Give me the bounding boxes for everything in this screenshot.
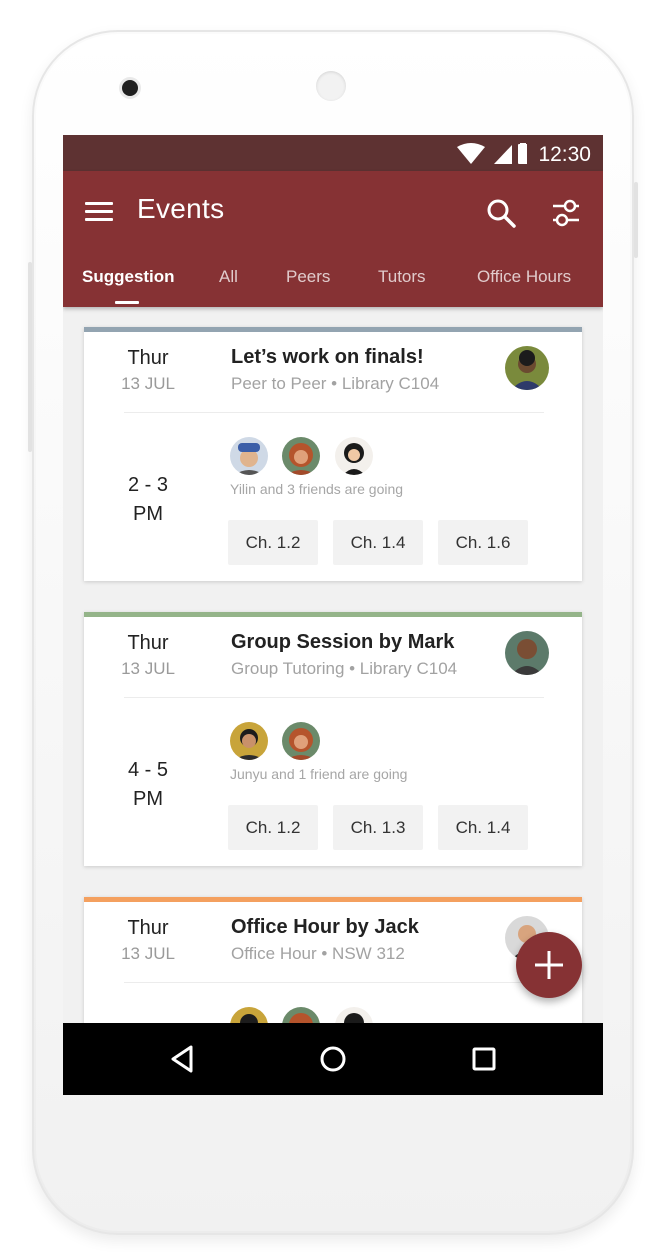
event-date: 13 JUL: [121, 944, 175, 963]
add-icon: [535, 951, 563, 979]
card-divider: [124, 412, 544, 413]
tab-peers[interactable]: Peers: [286, 267, 330, 287]
phone-screen: 12:30 Events Suggestion All Peers Tutors…: [63, 135, 603, 1095]
event-subtitle: Group Tutoring • Library C104: [231, 659, 458, 678]
event-time: 2 - 3 PM: [104, 471, 192, 529]
event-subtitle: Office Hour • NSW 312: [231, 944, 405, 963]
tab-suggestion[interactable]: Suggestion: [82, 267, 175, 287]
event-day: Thur: [127, 917, 169, 939]
event-title: Group Session by Mark: [231, 631, 455, 653]
event-card[interactable]: Thur 13 JUL Group Session by Mark Group …: [84, 612, 582, 866]
event-subtitle: Peer to Peer • Library C104: [231, 374, 440, 393]
going-text: Yilin and 3 friends are going: [230, 481, 404, 497]
friend-avatar[interactable]: [282, 437, 320, 475]
event-title: Let’s work on finals!: [231, 346, 424, 368]
event-time-range: 4 - 5: [127, 759, 169, 781]
event-time-range: 2 - 3: [127, 474, 169, 496]
search-icon[interactable]: [483, 195, 519, 231]
recents-icon[interactable]: [466, 1041, 502, 1077]
wifi-icon: [457, 143, 485, 164]
page-title: Events: [137, 193, 225, 224]
event-date: 13 JUL: [121, 374, 175, 393]
chapter-chip[interactable]: Ch. 1.4: [438, 805, 528, 850]
card-divider: [124, 697, 544, 698]
phone-volume-button: [634, 182, 638, 258]
navigation-bar: [63, 1023, 603, 1095]
card-accent-bar: [84, 327, 582, 332]
tab-all[interactable]: All: [219, 267, 238, 287]
phone-sensor: [316, 71, 346, 101]
event-day: Thur: [127, 632, 169, 654]
friend-avatar[interactable]: [335, 437, 373, 475]
event-title: Office Hour by Jack: [231, 916, 419, 938]
status-bar: 12:30: [63, 135, 603, 171]
filter-icon[interactable]: [548, 195, 584, 231]
host-avatar[interactable]: [505, 631, 549, 675]
tab-tutors[interactable]: Tutors: [378, 267, 426, 287]
event-time: 4 - 5 PM: [104, 756, 192, 814]
event-card[interactable]: Thur 13 JUL Let’s work on finals! Peer t…: [84, 327, 582, 581]
friend-avatar[interactable]: [282, 722, 320, 760]
event-time-period: PM: [133, 788, 163, 810]
status-time: 12:30: [538, 143, 591, 166]
card-divider: [124, 982, 544, 983]
menu-icon[interactable]: [85, 199, 115, 223]
chapter-chip[interactable]: Ch. 1.3: [333, 805, 423, 850]
signal-icon: [494, 145, 512, 164]
going-text: Junyu and 1 friend are going: [230, 766, 408, 782]
card-accent-bar: [84, 612, 582, 617]
home-icon[interactable]: [315, 1041, 351, 1077]
phone-side-button: [28, 262, 32, 452]
chapter-chip[interactable]: Ch. 1.6: [438, 520, 528, 565]
event-date: 13 JUL: [121, 659, 175, 678]
tab-office-hours[interactable]: Office Hours: [477, 267, 571, 287]
friend-avatar[interactable]: [230, 722, 268, 760]
front-camera: [122, 80, 138, 96]
status-icons: [457, 143, 527, 164]
chapter-chip[interactable]: Ch. 1.2: [228, 805, 318, 850]
back-icon[interactable]: [165, 1041, 201, 1077]
event-time-period: PM: [133, 503, 163, 525]
chapter-chip[interactable]: Ch. 1.4: [333, 520, 423, 565]
chapter-chip[interactable]: Ch. 1.2: [228, 520, 318, 565]
battery-icon: [518, 144, 527, 164]
event-day: Thur: [127, 347, 169, 369]
friend-avatar[interactable]: [230, 437, 268, 475]
app-bar: Events Suggestion All Peers Tutors Offic…: [63, 171, 603, 307]
tab-indicator: [115, 301, 139, 304]
host-avatar[interactable]: [505, 346, 549, 390]
add-event-button[interactable]: [516, 932, 582, 998]
tab-bar: Suggestion All Peers Tutors Office Hours: [63, 267, 603, 307]
card-accent-bar: [84, 897, 582, 902]
